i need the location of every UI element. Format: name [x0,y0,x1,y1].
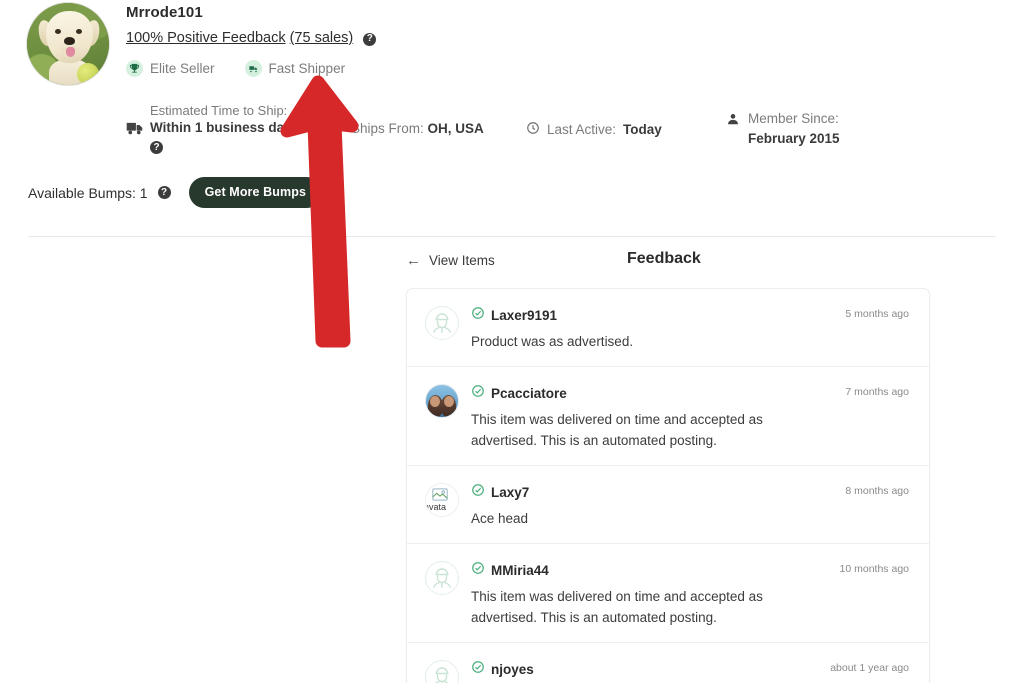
last-active: Last Active: Today [526,121,662,138]
badge-fast-shipper-label: Fast Shipper [268,61,346,76]
feedback-timestamp: 8 months ago [845,485,909,497]
sales-count-link[interactable]: (75 sales) [290,30,354,46]
feedback-timestamp: 10 months ago [839,563,909,575]
feedback-username[interactable]: MMiria44 [491,563,549,578]
couple-photo-avatar [425,384,459,418]
get-more-bumps-button[interactable]: Get More Bumps [188,177,323,208]
clock-icon [526,121,540,138]
feedback-username[interactable]: Laxer9191 [491,308,557,323]
feedback-username[interactable]: njoyes [491,662,534,677]
feedback-text: This item was delivered on time and acce… [471,589,763,625]
dog-eye-right [76,29,82,34]
feedback-item: avata Laxy7 8 months ago Ace head [407,466,929,544]
feedback-item-head: Laxy7 [471,483,909,502]
member-since-text: Member Since: February 2015 [748,109,840,149]
dog-tongue [66,47,75,57]
view-items-back-link[interactable]: ← View Items [406,253,495,268]
default-person-avatar-icon [425,306,459,340]
feedback-text: Ace head [471,511,529,526]
seller-badges: Elite Seller Fast Shipper [126,60,345,77]
section-divider [28,236,996,237]
dog-nose [64,37,75,45]
verified-check-icon [471,384,485,403]
badge-fast-shipper[interactable]: Fast Shipper [244,60,346,77]
feedback-nav: ← View Items Feedback [406,250,930,279]
seller-feedback-summary: 100% Positive Feedback (75 sales) ? [126,30,377,46]
member-since-value: February 2015 [748,131,840,146]
verified-check-icon [471,561,485,580]
arrow-left-icon: ← [406,252,421,269]
verified-check-icon [471,306,485,325]
ships-from: Ships From: OH, USA [351,121,484,136]
positive-feedback-link[interactable]: 100% Positive Feedback [126,30,286,46]
broken-image-alt-text: avata [425,502,447,512]
feedback-username[interactable]: Laxy7 [491,485,529,500]
member-since: Member Since: February 2015 [726,109,840,149]
feedback-timestamp: 7 months ago [845,386,909,398]
feedback-timestamp: 5 months ago [845,308,909,320]
seller-profile-page: Mrrode101 100% Positive Feedback (75 sale… [0,0,1024,683]
feedback-text: This item was delivered on time and acce… [471,412,763,448]
feedback-item: Pcacciatore 7 months ago This item was d… [407,367,929,466]
verified-check-icon [471,483,485,502]
default-person-avatar-icon [425,561,459,595]
seller-username: Mrrode101 [126,4,203,21]
feedback-item: Laxer9191 5 months ago Product was as ad… [407,289,929,367]
person-icon [726,112,740,131]
view-items-label: View Items [429,253,495,268]
dog-eye-left [55,29,61,34]
seller-avatar[interactable] [26,2,110,86]
feedback-text: Product was as advertised. [471,334,634,349]
fast-shipping-icon [244,60,262,77]
feedback-item-head: Laxer9191 [471,306,909,325]
avatar-face-right [444,396,454,407]
trophy-icon [126,60,143,77]
feedback-timestamp: about 1 year ago [830,662,909,674]
estimated-ship-label: Estimated Time to Ship: [150,103,288,118]
member-since-label: Member Since: [748,111,839,126]
feedback-help-icon[interactable]: ? [363,32,377,46]
badge-elite-seller[interactable]: Elite Seller [126,60,215,77]
feedback-panel-title: Feedback [627,250,701,267]
estimated-ship-value: Within 1 business day [150,120,292,135]
feedback-item-head: Pcacciatore [471,384,909,403]
feedback-item: njoyes about 1 year ago This item was de… [407,643,929,683]
feedback-item: MMiria44 10 months ago This item was del… [407,544,929,643]
default-person-avatar-icon [425,660,459,683]
ship-time-help-icon[interactable]: ? [150,141,163,154]
truck-icon [126,122,143,140]
avatar-face-left [430,396,440,407]
available-bumps-row: Available Bumps: 1 ? Get More Bumps [28,177,323,208]
badge-elite-seller-label: Elite Seller [150,61,215,76]
ships-from-label: Ships From: [351,121,424,136]
last-active-label: Last Active: [547,122,617,137]
verified-check-icon [471,660,485,679]
available-bumps-label: Available Bumps: 1 [28,184,148,201]
feedback-username[interactable]: Pcacciatore [491,386,567,401]
feedback-list: Laxer9191 5 months ago Product was as ad… [406,288,930,683]
ships-from-value: OH, USA [427,121,484,136]
last-active-value: Today [623,122,662,137]
broken-image-icon: avata [425,483,459,517]
tennis-ball [77,63,99,85]
bumps-help-icon[interactable]: ? [157,186,171,199]
broken-image-glyph [432,488,448,501]
